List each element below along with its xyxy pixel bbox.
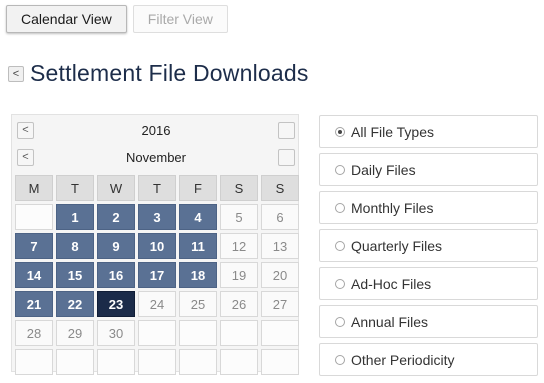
prev-month-button[interactable]: < <box>17 148 34 166</box>
calendar-view-tab[interactable]: Calendar View <box>6 5 127 33</box>
filter-option[interactable]: Monthly Files <box>319 191 538 224</box>
filter-option-label: Other Periodicity <box>351 351 455 368</box>
weekday-header: S <box>220 175 258 201</box>
empty-day-cell <box>220 320 258 346</box>
radio-button[interactable] <box>335 202 345 213</box>
filter-option-label: All File Types <box>351 123 434 140</box>
weekday-header: T <box>56 175 94 201</box>
empty-day-cell <box>261 320 299 346</box>
day-cell[interactable]: 3 <box>138 204 176 230</box>
day-cell[interactable]: 8 <box>56 233 94 259</box>
weekday-header: S <box>261 175 299 201</box>
day-cell[interactable]: 22 <box>56 291 94 317</box>
next-year-button[interactable] <box>278 121 295 139</box>
chevron-left-icon: < <box>22 151 29 163</box>
empty-day-cell <box>15 204 53 230</box>
day-cell[interactable]: 26 <box>220 291 258 317</box>
calendar-grid: M T W T F S S 1 2 3 4 5 6 7 8 9 10 11 12 13 14 15 16 17 18 19 20 21… <box>15 175 299 375</box>
filter-option[interactable]: Ad-Hoc Files <box>319 267 538 300</box>
page-title: Settlement File Downloads <box>30 60 309 86</box>
month-nav: < November <box>17 148 295 166</box>
filter-option-label: Annual Files <box>351 313 429 330</box>
day-cell[interactable]: 20 <box>261 262 299 288</box>
view-tabs: Calendar View Filter View <box>6 5 228 35</box>
day-cell[interactable]: 13 <box>261 233 299 259</box>
day-cell[interactable]: 25 <box>179 291 217 317</box>
day-cell[interactable]: 10 <box>138 233 176 259</box>
day-cell[interactable]: 27 <box>261 291 299 317</box>
empty-day-cell <box>220 349 258 375</box>
selected-day-cell[interactable]: 23 <box>97 291 135 317</box>
filter-option[interactable]: Other Periodicity <box>319 343 538 376</box>
page-header: < Settlement File Downloads <box>8 60 309 87</box>
radio-button[interactable] <box>335 354 345 365</box>
day-cell[interactable]: 12 <box>220 233 258 259</box>
filter-view-tab[interactable]: Filter View <box>132 5 228 33</box>
filter-option-label: Monthly Files <box>351 199 434 216</box>
day-cell[interactable]: 21 <box>15 291 53 317</box>
day-cell[interactable]: 30 <box>97 320 135 346</box>
day-cell[interactable]: 14 <box>15 262 53 288</box>
day-cell[interactable]: 19 <box>220 262 258 288</box>
radio-button[interactable] <box>335 240 345 251</box>
chevron-left-icon: < <box>22 124 29 136</box>
filter-option[interactable]: Annual Files <box>319 305 538 338</box>
calendar-panel: < 2016 < November M T W T F S S 1 2 3 4 5 6 7 8 9 10 11 12… <box>11 114 299 375</box>
day-cell[interactable]: 4 <box>179 204 217 230</box>
filter-option[interactable]: Quarterly Files <box>319 229 538 262</box>
filter-option-label: Daily Files <box>351 161 416 178</box>
weekday-header: M <box>15 175 53 201</box>
empty-day-cell <box>15 349 53 375</box>
empty-day-cell <box>138 320 176 346</box>
day-cell[interactable]: 17 <box>138 262 176 288</box>
year-nav: < 2016 <box>17 121 295 139</box>
day-cell[interactable]: 6 <box>261 204 299 230</box>
day-cell[interactable]: 7 <box>15 233 53 259</box>
day-cell[interactable]: 28 <box>15 320 53 346</box>
radio-button[interactable] <box>335 164 345 175</box>
weekday-header: F <box>179 175 217 201</box>
radio-button[interactable] <box>335 126 345 137</box>
weekday-header: T <box>138 175 176 201</box>
empty-day-cell <box>261 349 299 375</box>
month-label: November <box>126 149 186 165</box>
weekday-header: W <box>97 175 135 201</box>
empty-day-cell <box>179 320 217 346</box>
back-button[interactable]: < <box>8 65 24 82</box>
file-type-filter: All File Types Daily Files Monthly Files Qu… <box>319 115 538 381</box>
day-cell[interactable]: 1 <box>56 204 94 230</box>
radio-button[interactable] <box>335 278 345 289</box>
filter-option[interactable]: Daily Files <box>319 153 538 186</box>
day-cell[interactable]: 24 <box>138 291 176 317</box>
year-label: 2016 <box>141 122 171 138</box>
day-cell[interactable]: 2 <box>97 204 135 230</box>
day-cell[interactable]: 15 <box>56 262 94 288</box>
day-cell[interactable]: 5 <box>220 204 258 230</box>
next-month-button[interactable] <box>278 148 295 166</box>
filter-option[interactable]: All File Types <box>319 115 538 148</box>
empty-day-cell <box>138 349 176 375</box>
filter-option-label: Ad-Hoc Files <box>351 275 432 292</box>
chevron-left-icon: < <box>12 67 20 80</box>
day-cell[interactable]: 16 <box>97 262 135 288</box>
day-cell[interactable]: 18 <box>179 262 217 288</box>
empty-day-cell <box>56 349 94 375</box>
prev-year-button[interactable]: < <box>17 121 34 139</box>
empty-day-cell <box>179 349 217 375</box>
filter-option-label: Quarterly Files <box>351 237 443 254</box>
day-cell[interactable]: 9 <box>97 233 135 259</box>
radio-button[interactable] <box>335 316 345 327</box>
day-cell[interactable]: 11 <box>179 233 217 259</box>
day-cell[interactable]: 29 <box>56 320 94 346</box>
empty-day-cell <box>97 349 135 375</box>
